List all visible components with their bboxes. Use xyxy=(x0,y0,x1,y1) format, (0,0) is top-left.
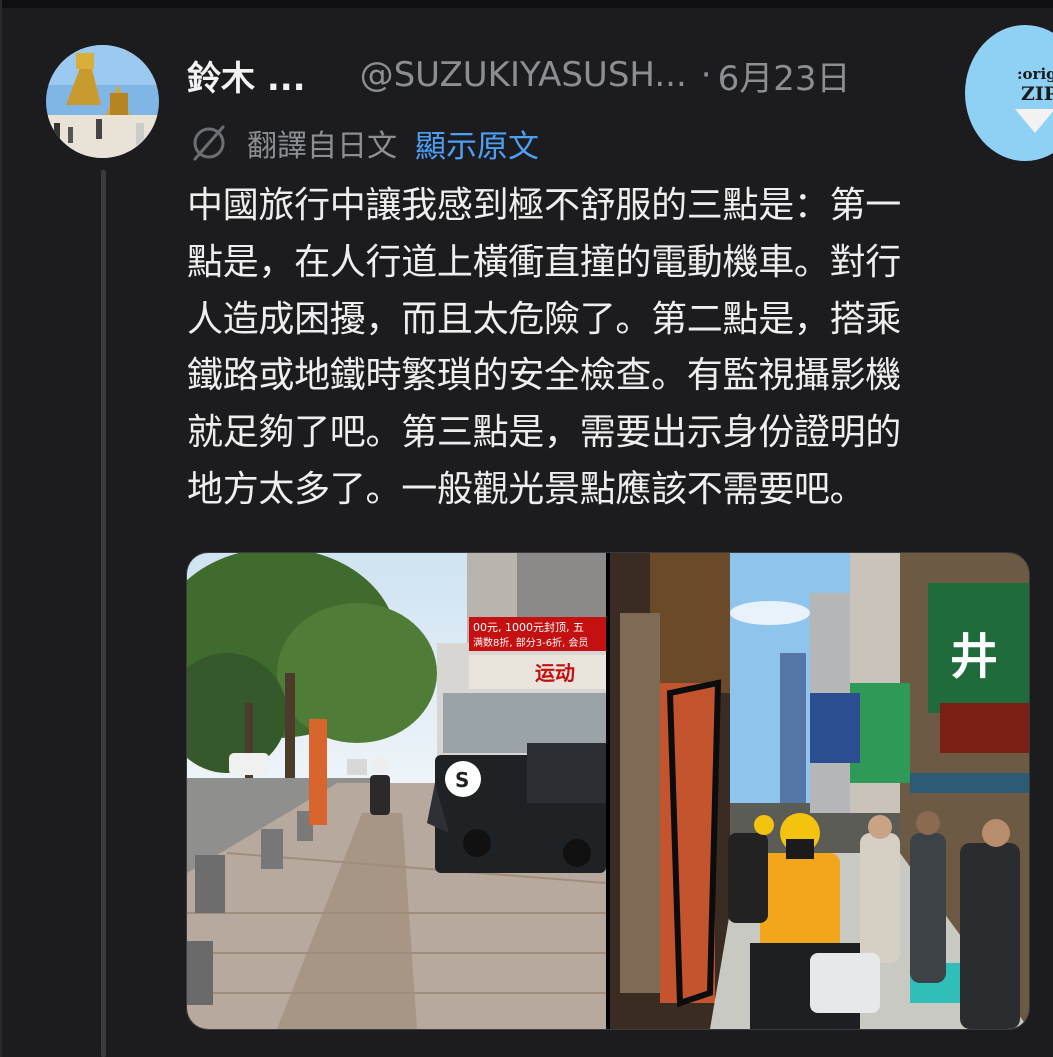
display-name[interactable]: 鈴木 ... xyxy=(187,51,306,100)
post-body-line: 鐵路或地鐵時繁瑣的安全檢查。有監視攝影機 xyxy=(187,355,902,397)
photo-storefronts[interactable]: 井 xyxy=(610,553,1029,1029)
store-banner-text: 00元, 1000元封顶, 五 xyxy=(473,620,584,634)
media-gallery: 00元, 1000元封顶, 五 满数8折, 部分3-6折, 会员 运动 S 井 xyxy=(186,552,1030,1030)
post-body: 中國旅行中讓我感到極不舒服的三點是：第一 點是，在人行道上橫衝直撞的電動機車。對… xyxy=(187,178,1032,519)
badge-line-2: ZIP xyxy=(1021,83,1053,105)
translation-label: 翻譯自日文 xyxy=(247,129,397,164)
photo-sidewalk[interactable]: 00元, 1000元封顶, 五 满数8折, 部分3-6折, 会员 运动 S xyxy=(187,553,606,1029)
corner-badge[interactable]: :orig ZIP xyxy=(965,25,1053,161)
post-body-line: 地方太多了。一般觀光景點應該不需要吧。 xyxy=(187,468,866,510)
badge-line-1: :orig xyxy=(1017,65,1053,83)
badge-arrow-icon xyxy=(1015,109,1053,133)
post-header: 鈴木 ... @SUZUKIYASUSH... · 6月23日 xyxy=(187,51,851,100)
store-banner-text-2: 满数8折, 部分3-6折, 会员 xyxy=(473,636,588,649)
post-body-line: 人造成困擾，而且太危險了。第二點是，搭乘 xyxy=(187,298,902,340)
store-sign-text: 运动 xyxy=(535,661,575,685)
shop-sign-text: 井 xyxy=(950,629,998,685)
show-original-link[interactable]: 顯示原文 xyxy=(415,121,539,166)
left-edge xyxy=(0,0,2,1057)
post-body-line: 就足夠了吧。第三點是，需要出示身份證明的 xyxy=(187,412,902,454)
van-logo-text: S xyxy=(455,768,469,792)
separator-dot: · xyxy=(700,55,712,95)
user-handle[interactable]: @SUZUKIYASUSH... xyxy=(360,55,687,95)
post-date[interactable]: 6月23日 xyxy=(718,51,851,100)
top-divider xyxy=(0,0,1053,8)
thread-connector-line xyxy=(101,170,106,1057)
translation-row: 翻譯自日文 顯示原文 xyxy=(189,120,539,166)
post-body-line: 中國旅行中讓我感到極不舒服的三點是：第一 xyxy=(187,185,902,226)
translate-icon xyxy=(193,125,225,161)
avatar[interactable] xyxy=(46,45,159,158)
post-body-line: 點是，在人行道上橫衝直撞的電動機車。對行 xyxy=(187,241,902,283)
